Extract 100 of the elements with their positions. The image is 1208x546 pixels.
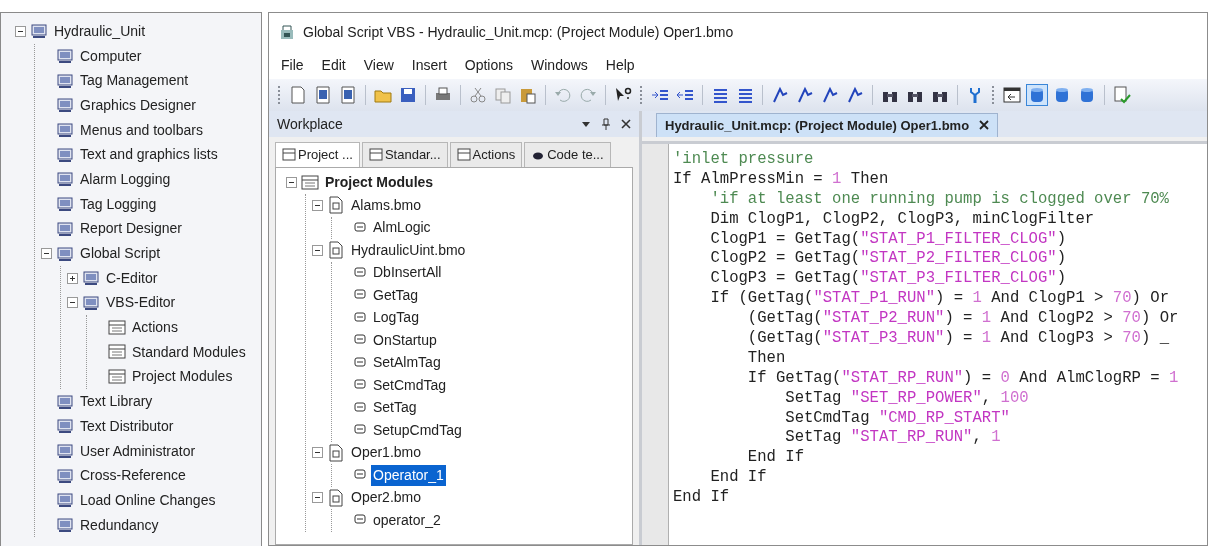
close-icon[interactable] [979,120,990,131]
file-icon [327,241,345,260]
tree-item[interactable]: Global Script [78,243,163,265]
tree-item[interactable]: operator_2 [371,509,443,531]
tree-item[interactable]: Oper1.bmo [349,442,424,464]
code-line: 'if at least one running pump is clogged over 70% [709,189,1170,210]
panel-tab[interactable]: Code te... [524,142,611,167]
tree-item[interactable]: Cross-Reference [78,465,188,487]
module-icon [56,466,74,485]
tree-item[interactable]: Tag Logging [78,193,159,215]
code-line: If (GetTag("STAT_P1_RUN") = 1 And ClogP1 > 70) Or [709,289,1170,310]
tree-item[interactable]: VBS-Editor [104,292,178,314]
tab-label: Hydraulic_Unit.mcp: (Project Module) Oper1.bmo [665,116,970,135]
tree-item[interactable]: Operator_1 [371,464,446,486]
list-icon [108,367,126,386]
undo-icon [554,86,572,104]
tree-item[interactable]: DbInsertAll [371,262,444,284]
collapse-icon[interactable] [312,244,323,256]
tree-item[interactable]: SetAlmTag [371,352,443,374]
list-icon [301,173,319,192]
tree-item[interactable]: Alarm Logging [78,168,173,190]
toolbar-button[interactable] [1001,84,1023,106]
collapse-icon[interactable] [286,177,297,189]
database-icon [1053,86,1071,104]
module-icon [56,96,74,115]
window-title: Global Script VBS - Hydraulic_Unit.mcp: (Project Module) Oper1.bmo [303,22,734,42]
module-icon [56,71,74,90]
tree-item[interactable]: Text Distributor [78,415,176,437]
tree-item[interactable]: Computer [78,45,144,67]
tree-item[interactable]: LogTag [371,307,421,329]
tree-item[interactable]: Oper2.bmo [349,487,424,509]
expand-icon[interactable] [67,272,78,284]
module-icon [56,170,74,189]
tree-item[interactable]: Project Modules [323,172,436,194]
list-icon [456,147,471,162]
tree-item[interactable]: C-Editor [104,267,160,289]
module-icon [56,244,74,263]
tree-item[interactable]: Graphics Designer [78,94,198,116]
collapse-icon[interactable] [312,492,323,504]
collapse-icon[interactable] [312,447,323,459]
menu-item[interactable]: View [363,54,394,76]
module-icon [82,293,100,312]
code-line: If AlmPressMin = 1 Then [673,169,890,190]
menu-item[interactable]: Edit [321,54,346,76]
tree-item[interactable]: Actions [130,317,180,339]
module-icon [30,22,48,41]
tree-item[interactable]: Text Library [78,391,155,413]
list-icon [108,343,126,362]
dropdown-icon[interactable] [581,119,591,129]
tree-item[interactable]: Alams.bmo [349,194,424,216]
collapse-icon[interactable] [41,248,52,260]
tree-item[interactable]: Load Online Changes [78,489,218,511]
pin-icon[interactable] [601,118,611,130]
menu-item[interactable]: Options [464,54,514,76]
list-icon [368,147,383,162]
panel-tab[interactable]: Project ... [275,142,360,167]
module-icon [56,121,74,140]
editor-tab[interactable]: Hydraulic_Unit.mcp: (Project Module) Oper1.bmo [656,112,999,137]
code-line: 'inlet pressure [673,150,815,170]
module-icon [56,442,74,461]
module-icon [56,145,74,164]
copy-icon [494,86,512,104]
tree-item[interactable]: Menus and toolbars [78,119,205,141]
tree-item[interactable]: AlmLogic [371,217,433,239]
tree-item[interactable]: SetTag [371,397,419,419]
tree-item[interactable]: Report Designer [78,218,184,240]
tree-item[interactable]: SetCmdTag [371,374,449,396]
close-icon[interactable] [621,119,631,129]
collapse-icon[interactable] [15,25,26,37]
window-icon [1003,86,1021,104]
code-line: End If [709,468,768,489]
code-line: If GetTag("STAT_RP_RUN") = 0 And AlmClogRP = 1 [746,368,1180,389]
code-line: Then [746,348,787,369]
tree-item[interactable]: User Administrator [78,440,198,462]
tree-item[interactable]: Tag Management [78,70,191,92]
tree-item[interactable]: Redundancy [78,514,161,536]
database-icon [1028,86,1046,104]
tree-item[interactable]: OnStartup [371,329,439,351]
panel-tab[interactable]: Actions [449,142,523,167]
code-line: End If [746,448,805,469]
menu-item[interactable]: Insert [411,54,447,76]
tree-item[interactable]: Standard Modules [130,341,248,363]
database-icon [1078,86,1096,104]
tree-item[interactable]: HydraulicUint.bmo [349,239,468,261]
menu-item[interactable]: Windows [531,54,588,76]
tree-item[interactable]: Project Modules [130,366,235,388]
menu-item[interactable]: File [281,54,304,76]
code-line: (GetTag("STAT_P3_RUN") = 1 And ClogP3 > 70) _ [746,329,1170,349]
tree-item[interactable]: Text and graphics lists [78,144,220,166]
menu-item[interactable]: Help [605,54,635,76]
collapse-icon[interactable] [67,297,78,309]
tree-item[interactable]: SetupCmdTag [371,419,464,441]
tab-label: Project ... [298,146,353,164]
list-icon [282,147,296,162]
redo-icon [579,86,597,104]
lines-icon [736,86,754,104]
tree-item[interactable]: GetTag [371,284,421,306]
panel-tab[interactable]: Standar... [361,142,448,167]
collapse-icon[interactable] [312,199,323,211]
tree-item[interactable]: Hydraulic_Unit [52,20,148,42]
